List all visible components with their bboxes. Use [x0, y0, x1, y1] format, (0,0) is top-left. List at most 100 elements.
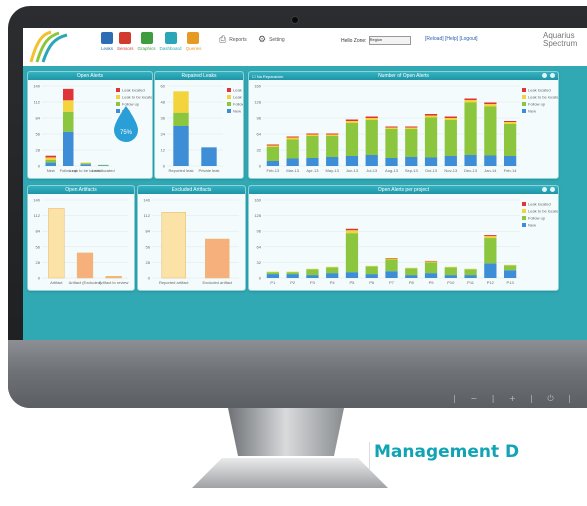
nav-label: Graphics [137, 46, 156, 51]
legend-label: Leak to be located [528, 95, 558, 100]
bar-segment [326, 133, 339, 135]
logo-line2: Spectrum [543, 39, 578, 48]
x-tick-label: Feb-14 [504, 168, 517, 173]
bar-segment [444, 156, 457, 166]
bar-segment [503, 122, 517, 124]
y-tick-label: 28 [36, 260, 41, 265]
panel-title-text: Open Alerts per project [377, 187, 430, 193]
x-tick-label: Feb-13 [267, 168, 280, 173]
reports-menu[interactable]: ⎙ Reports [219, 34, 247, 45]
x-tick-label: P13 [507, 280, 515, 285]
zone-selector: Hello Zone: Region [341, 36, 411, 45]
x-tick-label: Jun-13 [346, 168, 359, 173]
y-tick-label: 0 [38, 164, 41, 169]
bar-segment [503, 270, 517, 278]
y-tick-label: 48 [161, 100, 166, 105]
bar-segment [326, 136, 339, 157]
refresh-icon[interactable] [542, 73, 547, 78]
bar-segment [464, 98, 477, 100]
bar-segment [444, 116, 457, 118]
nav-item-graphics[interactable]: Graphics [138, 32, 156, 51]
legend-swatch [116, 95, 120, 99]
x-tick-label: Artifact [50, 280, 63, 285]
bar-segment [464, 155, 477, 166]
bar-segment [484, 263, 497, 278]
refresh-icon[interactable] [542, 187, 547, 192]
bar-segment [286, 272, 299, 275]
zone-label: Hello Zone: [341, 37, 367, 44]
bar-segment [385, 158, 398, 166]
bar-segment [345, 233, 359, 273]
bar-segment [385, 259, 398, 272]
bar-segment [63, 131, 74, 166]
panel-open-artifacts: Open Artifacts 0 28 56 84 112 140 Artifact Arti… [27, 185, 135, 291]
bar-segment [173, 112, 189, 126]
bar-segment [306, 134, 319, 136]
legend-swatch [522, 109, 526, 113]
nav-item-queries[interactable]: Queries [185, 32, 202, 51]
setting-menu[interactable]: ⚙ Setting [258, 34, 285, 45]
legend-swatch [116, 102, 120, 106]
bar-segment [405, 129, 418, 157]
x-tick-label: Artifact to review [99, 280, 129, 285]
settings-icon[interactable] [550, 187, 555, 192]
nav-item-sensors[interactable]: Sensors [117, 32, 134, 51]
query-icon [187, 32, 200, 44]
panel-excluded-artifacts: Excluded Artifacts 0 28 56 84 112 140 Reported… [137, 185, 246, 291]
bar-segment [266, 144, 280, 146]
panel-open-alerts-per-project: Open Alerts per project 0 32 64 96 128 160 P1 P… [248, 185, 559, 291]
legend-label: New [528, 223, 536, 228]
bar-segment [424, 117, 438, 158]
bar-segment [98, 164, 109, 166]
x-tick-label: Dec-13 [464, 168, 478, 173]
y-tick-label: 0 [163, 164, 166, 169]
bar-segment [345, 119, 359, 121]
nav-label: Queries [185, 46, 202, 51]
bar-segment [385, 126, 398, 128]
panel-repaired-leaks: Repaired Leaks 0 12 24 36 48 60 Reported leak P… [154, 71, 244, 179]
zone-select[interactable]: Region [368, 36, 411, 45]
bar-segment [365, 116, 378, 118]
hardware-buttons[interactable]: | − | + | ⏻ | [453, 394, 577, 404]
nav-item-dashboard[interactable]: Dashboard [160, 32, 182, 51]
x-tick-label: P3 [310, 280, 316, 285]
settings-icon[interactable] [550, 73, 555, 78]
bar-segment [345, 156, 359, 166]
legend-label: Leak to be located [233, 95, 243, 100]
x-tick-label: P11 [467, 280, 475, 285]
main-nav: Leaks Sensors Graphics Dashboard Queries [101, 32, 201, 51]
legend-swatch [227, 95, 231, 99]
reports-label: Reports [229, 36, 247, 43]
panel-title: Excluded Artifacts [138, 186, 245, 194]
x-tick-label: Artifact (Excluded) [69, 280, 102, 285]
y-tick-label: 96 [257, 116, 262, 121]
legend-label: New [528, 109, 536, 114]
panel-number-open-alerts: ☐ Na Reparación Number of Open Alerts 0 3… [248, 71, 559, 179]
bar-segment [405, 275, 418, 278]
bar-segment [266, 147, 280, 161]
header-links[interactable]: [Reload] [Help] [Logout] [425, 36, 478, 42]
x-tick-label: Apr-13 [306, 168, 319, 173]
y-tick-label: 64 [257, 132, 262, 137]
bar-segment [63, 100, 74, 112]
y-tick-label: 140 [33, 198, 40, 203]
bar-segment [424, 157, 438, 166]
y-tick-label: 0 [259, 276, 262, 281]
bar-segment [326, 157, 339, 166]
x-tick-label: Leak located [92, 168, 115, 173]
number-open-alerts-chart: 0 32 64 96 128 160 Feb-13 Mar-13 Apr-13 May-13 Jun… [254, 84, 558, 174]
y-tick-label: 84 [146, 229, 151, 234]
legend-swatch [227, 109, 231, 113]
bar-segment [63, 88, 74, 101]
bar-segment [266, 161, 280, 166]
y-tick-label: 36 [161, 116, 166, 121]
y-tick-label: 128 [254, 213, 261, 218]
bar-segment [80, 162, 91, 164]
bar-segment [385, 127, 398, 129]
panel-title-text: Number of Open Alerts [378, 73, 429, 79]
legend-swatch [522, 223, 526, 227]
legend-label: Leak to be located [528, 209, 558, 214]
monitor-stand-base [192, 458, 388, 488]
nav-item-leaks[interactable]: Leaks [101, 32, 113, 51]
x-tick-label: P8 [409, 280, 415, 285]
